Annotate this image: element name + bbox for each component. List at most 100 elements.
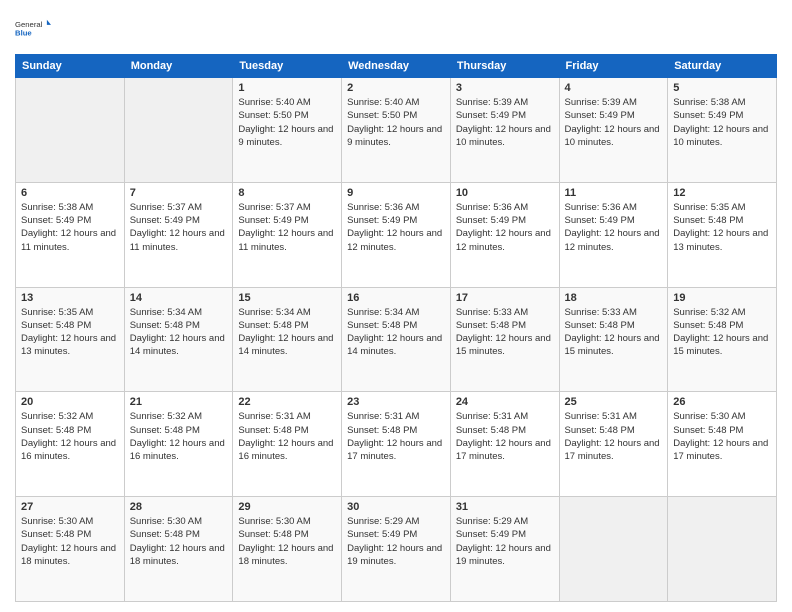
calendar-cell: 30 Sunrise: 5:29 AMSunset: 5:49 PMDaylig… (342, 497, 451, 602)
day-number: 31 (456, 501, 554, 513)
calendar-cell: 4 Sunrise: 5:39 AMSunset: 5:49 PMDayligh… (559, 78, 668, 183)
calendar-cell (559, 497, 668, 602)
calendar-day-header: Saturday (668, 55, 777, 78)
day-info: Sunrise: 5:30 AMSunset: 5:48 PMDaylight:… (21, 516, 116, 567)
calendar-cell: 3 Sunrise: 5:39 AMSunset: 5:49 PMDayligh… (450, 78, 559, 183)
calendar-cell (16, 78, 125, 183)
day-number: 11 (565, 187, 663, 199)
calendar-cell: 28 Sunrise: 5:30 AMSunset: 5:48 PMDaylig… (124, 497, 233, 602)
day-number: 4 (565, 82, 663, 94)
calendar-week-row: 1 Sunrise: 5:40 AMSunset: 5:50 PMDayligh… (16, 78, 777, 183)
calendar-cell: 26 Sunrise: 5:30 AMSunset: 5:48 PMDaylig… (668, 392, 777, 497)
day-number: 28 (130, 501, 228, 513)
calendar-week-row: 13 Sunrise: 5:35 AMSunset: 5:48 PMDaylig… (16, 287, 777, 392)
calendar-cell: 24 Sunrise: 5:31 AMSunset: 5:48 PMDaylig… (450, 392, 559, 497)
day-info: Sunrise: 5:29 AMSunset: 5:49 PMDaylight:… (456, 516, 551, 567)
day-info: Sunrise: 5:32 AMSunset: 5:48 PMDaylight:… (21, 411, 116, 462)
calendar-day-header: Thursday (450, 55, 559, 78)
day-info: Sunrise: 5:33 AMSunset: 5:48 PMDaylight:… (565, 307, 660, 358)
day-number: 6 (21, 187, 119, 199)
day-info: Sunrise: 5:29 AMSunset: 5:49 PMDaylight:… (347, 516, 442, 567)
day-number: 5 (673, 82, 771, 94)
svg-text:Blue: Blue (15, 29, 32, 38)
day-info: Sunrise: 5:35 AMSunset: 5:48 PMDaylight:… (21, 307, 116, 358)
calendar-cell: 15 Sunrise: 5:34 AMSunset: 5:48 PMDaylig… (233, 287, 342, 392)
day-number: 12 (673, 187, 771, 199)
day-number: 9 (347, 187, 445, 199)
day-info: Sunrise: 5:31 AMSunset: 5:48 PMDaylight:… (238, 411, 333, 462)
calendar-cell: 18 Sunrise: 5:33 AMSunset: 5:48 PMDaylig… (559, 287, 668, 392)
calendar-cell (668, 497, 777, 602)
calendar-week-row: 20 Sunrise: 5:32 AMSunset: 5:48 PMDaylig… (16, 392, 777, 497)
day-info: Sunrise: 5:36 AMSunset: 5:49 PMDaylight:… (347, 202, 442, 253)
day-info: Sunrise: 5:33 AMSunset: 5:48 PMDaylight:… (456, 307, 551, 358)
calendar-header-row: SundayMondayTuesdayWednesdayThursdayFrid… (16, 55, 777, 78)
calendar-cell: 16 Sunrise: 5:34 AMSunset: 5:48 PMDaylig… (342, 287, 451, 392)
logo-svg: General Blue (15, 10, 51, 46)
calendar-cell: 29 Sunrise: 5:30 AMSunset: 5:48 PMDaylig… (233, 497, 342, 602)
day-number: 10 (456, 187, 554, 199)
day-info: Sunrise: 5:31 AMSunset: 5:48 PMDaylight:… (456, 411, 551, 462)
day-number: 21 (130, 396, 228, 408)
day-info: Sunrise: 5:31 AMSunset: 5:48 PMDaylight:… (565, 411, 660, 462)
day-number: 15 (238, 292, 336, 304)
calendar-cell: 2 Sunrise: 5:40 AMSunset: 5:50 PMDayligh… (342, 78, 451, 183)
calendar-cell: 17 Sunrise: 5:33 AMSunset: 5:48 PMDaylig… (450, 287, 559, 392)
calendar-cell: 7 Sunrise: 5:37 AMSunset: 5:49 PMDayligh… (124, 182, 233, 287)
calendar-cell: 12 Sunrise: 5:35 AMSunset: 5:48 PMDaylig… (668, 182, 777, 287)
day-info: Sunrise: 5:39 AMSunset: 5:49 PMDaylight:… (565, 97, 660, 148)
day-number: 7 (130, 187, 228, 199)
day-number: 29 (238, 501, 336, 513)
day-info: Sunrise: 5:34 AMSunset: 5:48 PMDaylight:… (238, 307, 333, 358)
day-info: Sunrise: 5:34 AMSunset: 5:48 PMDaylight:… (347, 307, 442, 358)
svg-text:General: General (15, 20, 43, 29)
day-number: 19 (673, 292, 771, 304)
calendar-cell: 5 Sunrise: 5:38 AMSunset: 5:49 PMDayligh… (668, 78, 777, 183)
day-number: 1 (238, 82, 336, 94)
day-number: 22 (238, 396, 336, 408)
calendar-cell: 6 Sunrise: 5:38 AMSunset: 5:49 PMDayligh… (16, 182, 125, 287)
day-info: Sunrise: 5:30 AMSunset: 5:48 PMDaylight:… (238, 516, 333, 567)
day-info: Sunrise: 5:39 AMSunset: 5:49 PMDaylight:… (456, 97, 551, 148)
calendar-cell: 23 Sunrise: 5:31 AMSunset: 5:48 PMDaylig… (342, 392, 451, 497)
page: General Blue SundayMondayTuesdayWednesda… (0, 0, 792, 612)
calendar-day-header: Friday (559, 55, 668, 78)
day-number: 18 (565, 292, 663, 304)
calendar-week-row: 6 Sunrise: 5:38 AMSunset: 5:49 PMDayligh… (16, 182, 777, 287)
calendar-cell: 21 Sunrise: 5:32 AMSunset: 5:48 PMDaylig… (124, 392, 233, 497)
calendar-cell: 27 Sunrise: 5:30 AMSunset: 5:48 PMDaylig… (16, 497, 125, 602)
calendar-cell: 11 Sunrise: 5:36 AMSunset: 5:49 PMDaylig… (559, 182, 668, 287)
day-number: 24 (456, 396, 554, 408)
calendar-day-header: Wednesday (342, 55, 451, 78)
day-info: Sunrise: 5:31 AMSunset: 5:48 PMDaylight:… (347, 411, 442, 462)
calendar-cell: 13 Sunrise: 5:35 AMSunset: 5:48 PMDaylig… (16, 287, 125, 392)
calendar-cell: 25 Sunrise: 5:31 AMSunset: 5:48 PMDaylig… (559, 392, 668, 497)
calendar-cell: 8 Sunrise: 5:37 AMSunset: 5:49 PMDayligh… (233, 182, 342, 287)
day-number: 25 (565, 396, 663, 408)
calendar-table: SundayMondayTuesdayWednesdayThursdayFrid… (15, 54, 777, 602)
calendar-cell: 9 Sunrise: 5:36 AMSunset: 5:49 PMDayligh… (342, 182, 451, 287)
day-info: Sunrise: 5:40 AMSunset: 5:50 PMDaylight:… (238, 97, 333, 148)
day-info: Sunrise: 5:35 AMSunset: 5:48 PMDaylight:… (673, 202, 768, 253)
day-number: 13 (21, 292, 119, 304)
day-info: Sunrise: 5:37 AMSunset: 5:49 PMDaylight:… (130, 202, 225, 253)
day-info: Sunrise: 5:30 AMSunset: 5:48 PMDaylight:… (673, 411, 768, 462)
day-info: Sunrise: 5:34 AMSunset: 5:48 PMDaylight:… (130, 307, 225, 358)
calendar-cell: 1 Sunrise: 5:40 AMSunset: 5:50 PMDayligh… (233, 78, 342, 183)
calendar-cell (124, 78, 233, 183)
day-info: Sunrise: 5:38 AMSunset: 5:49 PMDaylight:… (21, 202, 116, 253)
day-number: 27 (21, 501, 119, 513)
day-number: 16 (347, 292, 445, 304)
day-number: 14 (130, 292, 228, 304)
logo: General Blue (15, 10, 51, 46)
day-number: 26 (673, 396, 771, 408)
day-info: Sunrise: 5:40 AMSunset: 5:50 PMDaylight:… (347, 97, 442, 148)
calendar-cell: 22 Sunrise: 5:31 AMSunset: 5:48 PMDaylig… (233, 392, 342, 497)
day-number: 2 (347, 82, 445, 94)
day-info: Sunrise: 5:38 AMSunset: 5:49 PMDaylight:… (673, 97, 768, 148)
day-info: Sunrise: 5:36 AMSunset: 5:49 PMDaylight:… (565, 202, 660, 253)
day-number: 17 (456, 292, 554, 304)
header: General Blue (15, 10, 777, 46)
day-info: Sunrise: 5:30 AMSunset: 5:48 PMDaylight:… (130, 516, 225, 567)
day-info: Sunrise: 5:32 AMSunset: 5:48 PMDaylight:… (130, 411, 225, 462)
